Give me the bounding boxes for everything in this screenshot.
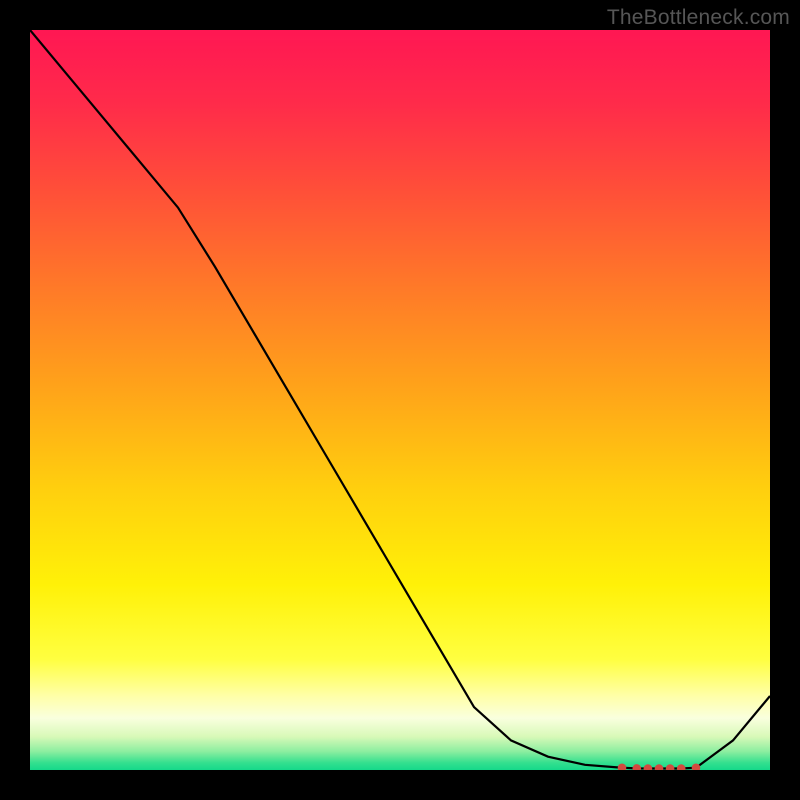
watermark-text: TheBottleneck.com [607, 6, 790, 30]
chart-container [30, 30, 770, 770]
chart-svg [30, 30, 770, 770]
gradient-background [30, 30, 770, 770]
